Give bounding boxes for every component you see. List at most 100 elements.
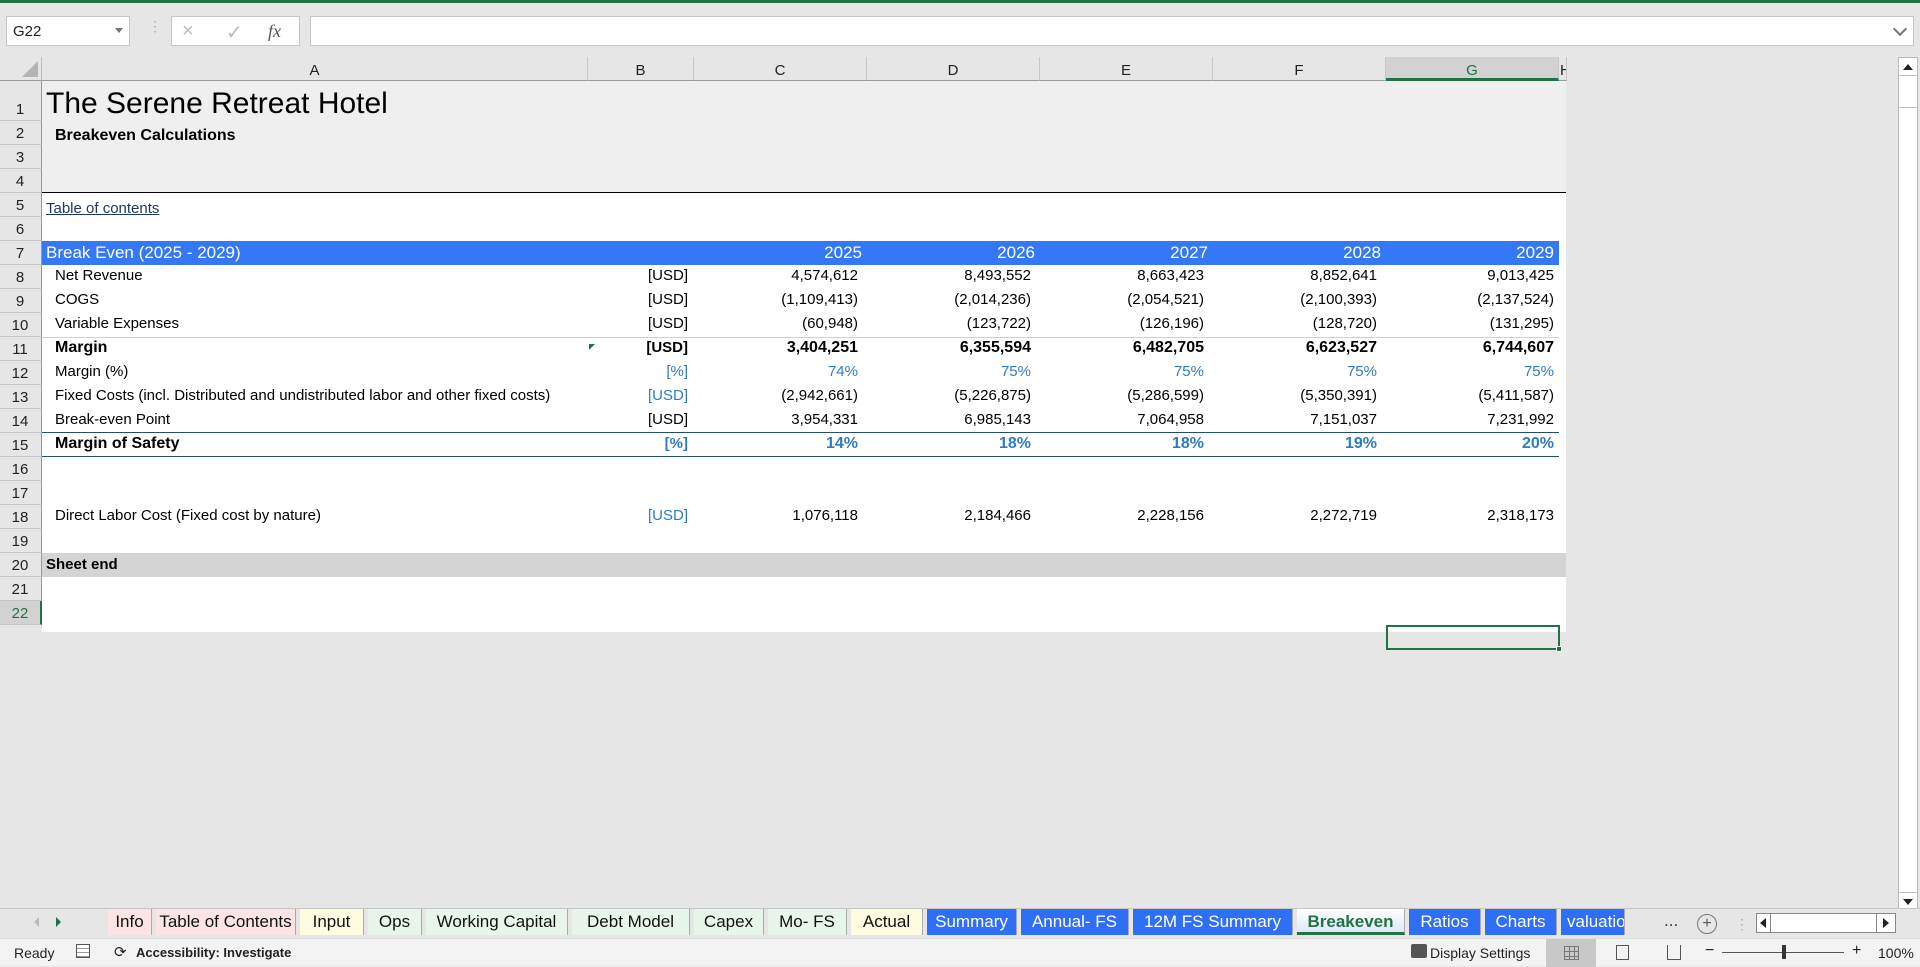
cancel-icon[interactable]: ×	[182, 20, 194, 43]
column-header-d[interactable]: D	[867, 57, 1040, 81]
row-header[interactable]: 2	[0, 121, 42, 145]
enter-icon[interactable]: ✓	[226, 20, 243, 45]
horizontal-scrollbar[interactable]	[1756, 913, 1895, 933]
row-header[interactable]: 15	[0, 433, 42, 457]
sheet-tab-ops[interactable]: Ops	[368, 909, 422, 935]
row-header[interactable]: 1	[0, 81, 42, 121]
value-cell[interactable]: (128,720)	[1213, 315, 1377, 332]
macro-recording-icon[interactable]	[76, 944, 90, 958]
value-cell[interactable]: (2,100,393)	[1213, 291, 1377, 308]
value-cell[interactable]: (126,196)	[1040, 315, 1204, 332]
value-cell[interactable]: (5,411,587)	[1386, 387, 1554, 404]
value-cell[interactable]: 8,852,641	[1213, 267, 1377, 284]
column-header-f[interactable]: F	[1213, 57, 1386, 81]
accessibility-icon[interactable]: ⟳	[114, 943, 127, 961]
value-cell[interactable]: 9,013,425	[1386, 267, 1554, 284]
value-cell[interactable]: (5,286,599)	[1040, 387, 1204, 404]
value-cell[interactable]: 6,985,143	[867, 411, 1031, 428]
sheet-tab-mo-fs[interactable]: Mo- FS	[768, 909, 847, 935]
value-cell[interactable]: 6,744,607	[1386, 339, 1554, 357]
value-cell[interactable]: (5,226,875)	[867, 387, 1031, 404]
scroll-up-button[interactable]	[1899, 58, 1917, 76]
expand-formula-bar-icon[interactable]	[1892, 21, 1908, 37]
value-cell[interactable]: 74%	[694, 363, 858, 380]
fill-handle[interactable]	[1556, 646, 1562, 652]
value-cell[interactable]: 6,623,527	[1213, 339, 1377, 357]
select-all-button[interactable]	[0, 57, 42, 81]
value-cell[interactable]: 7,231,992	[1386, 411, 1554, 428]
row-header[interactable]: 9	[0, 289, 42, 313]
sheet-tab-capex[interactable]: Capex	[694, 909, 764, 935]
scroll-right-button[interactable]	[1876, 913, 1896, 933]
value-cell[interactable]: (123,722)	[867, 315, 1031, 332]
value-cell[interactable]: 75%	[1386, 363, 1554, 380]
normal-view-button[interactable]	[1546, 939, 1596, 967]
value-cell[interactable]: (60,948)	[694, 315, 858, 332]
display-settings-icon[interactable]	[1411, 944, 1427, 958]
splitter-handle[interactable]: ⋮	[1735, 916, 1749, 933]
value-cell[interactable]: 8,663,423	[1040, 267, 1204, 284]
column-header-e[interactable]: E	[1040, 57, 1213, 81]
value-cell[interactable]: 19%	[1213, 435, 1377, 453]
value-cell[interactable]: 3,404,251	[694, 339, 858, 357]
row-header[interactable]: 18	[0, 505, 42, 529]
zoom-level[interactable]: 100%	[1878, 945, 1914, 961]
sheet-tab-summary[interactable]: Summary	[927, 909, 1017, 935]
table-of-contents-link[interactable]: Table of contents	[46, 200, 159, 217]
more-tabs-button[interactable]: ...	[1664, 911, 1678, 931]
column-header-h[interactable]: H	[1559, 57, 1567, 81]
sheet-tab-input[interactable]: Input	[300, 909, 364, 935]
sheet-area[interactable]: The Serene Retreat Hotel Breakeven Calcu…	[42, 81, 1566, 652]
selected-cell-g22[interactable]	[1386, 625, 1562, 652]
next-sheet-icon[interactable]	[56, 917, 61, 927]
row-header[interactable]: 11	[0, 337, 42, 361]
column-header-a[interactable]: A	[42, 57, 588, 81]
row-header[interactable]: 12	[0, 361, 42, 385]
row-header[interactable]: 20	[0, 553, 42, 577]
sheet-tab-table-of-contents[interactable]: Table of Contents	[156, 909, 296, 935]
column-header-b[interactable]: B	[588, 57, 694, 81]
row-header[interactable]: 4	[0, 169, 42, 193]
value-cell[interactable]: (2,014,236)	[867, 291, 1031, 308]
formula-input[interactable]	[310, 16, 1914, 46]
sheet-tab-valuatio[interactable]: valuatio	[1561, 909, 1625, 935]
row-header[interactable]: 16	[0, 457, 42, 481]
row-header[interactable]: 6	[0, 217, 42, 241]
scroll-left-button[interactable]	[1757, 914, 1771, 932]
previous-sheet-icon[interactable]	[34, 917, 39, 927]
value-cell[interactable]: 75%	[1213, 363, 1377, 380]
value-cell[interactable]: 7,151,037	[1213, 411, 1377, 428]
sheet-tab-actual[interactable]: Actual	[851, 909, 923, 935]
row-header[interactable]: 10	[0, 313, 42, 337]
value-cell[interactable]: 6,355,594	[867, 339, 1031, 357]
value-cell[interactable]: 18%	[867, 435, 1031, 453]
value-cell[interactable]: (131,295)	[1386, 315, 1554, 332]
value-cell[interactable]: (2,942,661)	[694, 387, 858, 404]
vertical-scrollbar[interactable]	[1898, 57, 1918, 911]
value-cell[interactable]: 7,064,958	[1040, 411, 1204, 428]
insert-function-icon[interactable]: fx	[268, 21, 281, 42]
row-header[interactable]: 22	[0, 601, 42, 625]
value-cell[interactable]: (5,350,391)	[1213, 387, 1377, 404]
column-header-g[interactable]: G	[1386, 57, 1559, 81]
chevron-down-icon[interactable]	[115, 28, 123, 33]
zoom-slider-thumb[interactable]	[1782, 945, 1786, 959]
sheet-tab-working-capital[interactable]: Working Capital	[426, 909, 568, 935]
page-break-preview-button[interactable]	[1648, 939, 1698, 967]
row-header[interactable]: 13	[0, 385, 42, 409]
value-cell[interactable]: 20%	[1386, 435, 1554, 453]
value-cell[interactable]: 4,574,612	[694, 267, 858, 284]
accessibility-status[interactable]: Accessibility: Investigate	[136, 945, 291, 960]
sheet-tab-ratios[interactable]: Ratios	[1409, 909, 1481, 935]
sheet-tab-annual-fs[interactable]: Annual- FS	[1021, 909, 1129, 935]
row-header[interactable]: 7	[0, 241, 42, 265]
scroll-thumb[interactable]	[1899, 78, 1917, 108]
zoom-in-button[interactable]: +	[1852, 942, 1861, 960]
row-header[interactable]: 8	[0, 265, 42, 289]
name-box[interactable]: G22	[6, 16, 130, 46]
row-header[interactable]: 14	[0, 409, 42, 433]
value-cell[interactable]: 6,482,705	[1040, 339, 1204, 357]
row-header[interactable]: 19	[0, 529, 42, 553]
add-sheet-button[interactable]: +	[1697, 914, 1717, 934]
value-cell[interactable]: (2,054,521)	[1040, 291, 1204, 308]
